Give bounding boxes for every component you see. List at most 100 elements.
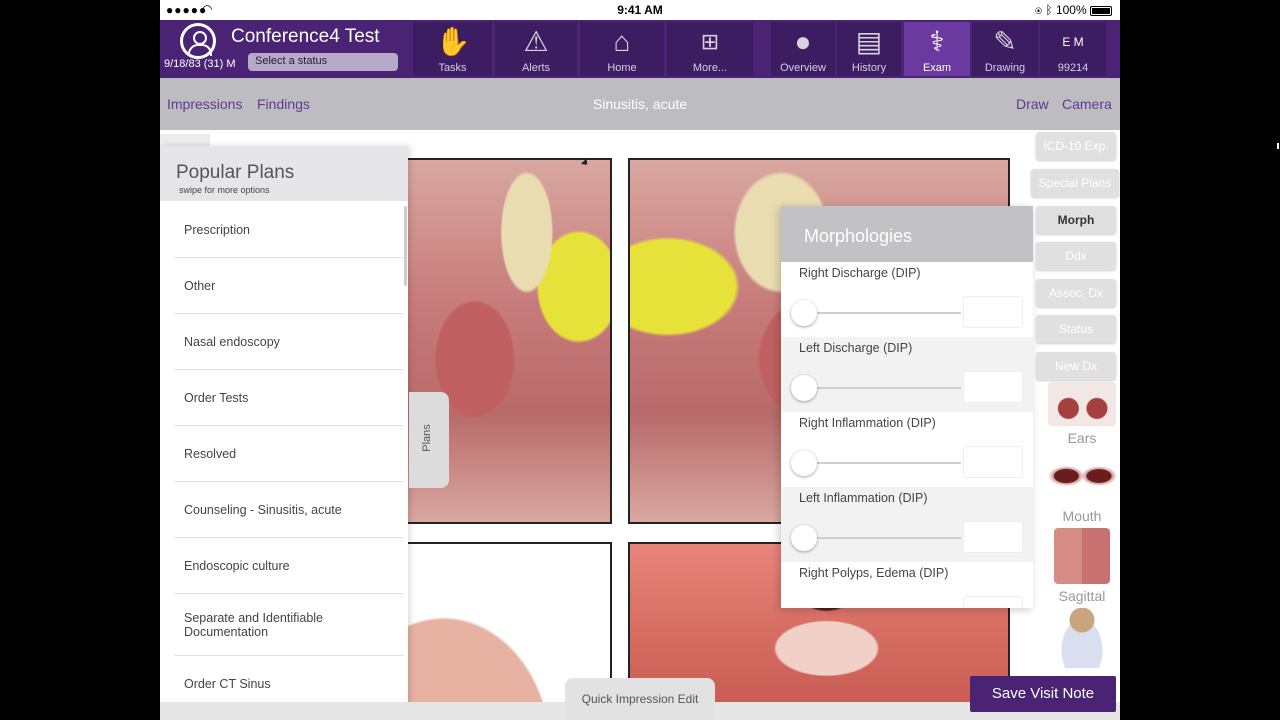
morph-slider-track[interactable] [805, 537, 961, 539]
bluetooth-icon: ᛒ [1045, 3, 1053, 17]
morph-slider-knob[interactable] [791, 300, 817, 326]
icd10-exp-button[interactable]: ICD-10 Exp. [1036, 132, 1116, 160]
org-chart-icon: ⊞ [700, 29, 720, 54]
nav-label: Alerts [521, 62, 551, 74]
nav-label: Home [607, 62, 637, 74]
nav-tasks-button[interactable]: ✋ Tasks [413, 22, 492, 76]
morph-row-left-discharge: Left Discharge (DIP) [781, 337, 1033, 412]
plans-scrollbar[interactable] [404, 206, 407, 286]
tab-drawing[interactable]: ✎ Drawing [972, 22, 1038, 76]
thumbnail-ears[interactable]: Ears [1048, 382, 1116, 446]
morph-value-field[interactable] [963, 521, 1023, 553]
morph-label: Right Discharge (DIP) [799, 266, 921, 280]
thumbnail-body[interactable] [1048, 608, 1116, 668]
tab-label: Overview [780, 62, 826, 74]
plans-drawer-tab[interactable]: Plans [409, 392, 449, 488]
sub-header: Impressions Findings Sinusitis, acute Dr… [160, 78, 1120, 130]
patient-avatar-icon[interactable] [180, 23, 216, 59]
sagittal-thumbnail-image [1054, 528, 1110, 584]
thumbnail-label: Sagittal [1058, 588, 1106, 604]
plan-item[interactable]: Counseling - Sinusitis, acute [174, 482, 404, 538]
save-visit-note-button[interactable]: Save Visit Note [970, 676, 1116, 712]
camera-link[interactable]: Camera [1062, 96, 1112, 112]
palette-icon: ✎ [993, 26, 1017, 57]
diagnosis-title: Sinusitis, acute [592, 96, 688, 112]
ddx-button[interactable]: Ddx [1036, 242, 1116, 270]
nav-label: More... [692, 62, 728, 74]
tab-label: Drawing [984, 62, 1026, 74]
tab-overview[interactable]: ● Overview [771, 22, 835, 76]
status-bar: ●●●●● ◠ 9:41 AM ◉ ᛒ 100% [160, 0, 1120, 20]
clipboard-icon: ▤ [855, 26, 883, 57]
morph-button[interactable]: Morph [1036, 206, 1116, 234]
plan-item[interactable]: Prescription [174, 202, 404, 258]
morph-row-right-discharge: Right Discharge (DIP) [781, 262, 1033, 337]
exam-main: Popular Plans swipe for more options Pre… [160, 130, 1120, 720]
plans-tab-label: Plans [420, 424, 433, 452]
plans-subtitle: swipe for more options [179, 185, 270, 195]
morph-value-field[interactable] [963, 446, 1023, 478]
head-icon: ● [794, 26, 812, 57]
nav-alerts-button[interactable]: ⚠ Alerts [495, 22, 577, 76]
battery-percent: 100% [1055, 3, 1087, 17]
body-thumbnail-image [1054, 608, 1110, 668]
morph-slider-knob[interactable] [791, 525, 817, 551]
plan-item[interactable]: Nasal endoscopy [174, 314, 404, 370]
em-caduceus-icon: E M [1062, 35, 1084, 49]
nav-home-button[interactable]: ⌂ Home [580, 22, 664, 76]
tab-label: Exam [922, 62, 952, 74]
plan-item[interactable]: Separate and Identifiable Documentation [174, 594, 404, 656]
morph-slider-track[interactable] [805, 312, 961, 314]
special-plans-button[interactable]: Special Plans [1031, 169, 1119, 197]
new-dx-button[interactable]: New Dx [1036, 352, 1116, 380]
ears-thumbnail-image [1048, 382, 1116, 426]
plan-item[interactable]: Order Tests [174, 370, 404, 426]
morph-value-field[interactable] [963, 596, 1023, 608]
tab-em-coding[interactable]: E M 99214 [1040, 22, 1106, 76]
tab-history[interactable]: ▤ History [837, 22, 901, 76]
status-time: 9:41 AM [617, 3, 663, 17]
battery-icon [1090, 5, 1112, 16]
morph-row-right-polyps: Right Polyps, Edema (DIP) [781, 562, 1033, 608]
warning-icon: ⚠ [523, 26, 549, 57]
thumbnail-label: Ears [1067, 430, 1097, 446]
plan-item[interactable]: Endoscopic culture [174, 538, 404, 594]
thumbnail-label: Mouth [1062, 508, 1102, 524]
status-button[interactable]: Status [1036, 315, 1116, 343]
popular-plans-panel: Popular Plans swipe for more options Pre… [160, 146, 408, 720]
plans-title: Popular Plans [176, 162, 295, 183]
hand-icon: ✋ [435, 26, 471, 57]
morph-slider-knob[interactable] [791, 375, 817, 401]
home-icon: ⌂ [613, 26, 631, 57]
assoc-dx-button[interactable]: Assoc. Dx [1036, 279, 1116, 307]
morph-label: Left Inflammation (DIP) [799, 491, 928, 505]
morph-row-left-inflammation: Left Inflammation (DIP) [781, 487, 1033, 562]
status-right: ◉ ᛒ 100% [1035, 3, 1112, 17]
thumbnail-sagittal[interactable]: Sagittal [1048, 528, 1116, 604]
tab-label: History [851, 62, 887, 74]
plans-header: Popular Plans swipe for more options [160, 146, 408, 201]
patient-name[interactable]: Conference4 Test [231, 26, 380, 48]
thumbnail-mouth[interactable]: Mouth [1048, 448, 1116, 524]
morphologies-panel: Morphologies Right Discharge (DIP) Left … [781, 206, 1033, 608]
status-select[interactable]: Select a status [248, 53, 398, 71]
morphologies-title: Morphologies [804, 226, 913, 246]
quick-impression-edit-button[interactable]: Quick Impression Edit [565, 678, 715, 720]
ipad-screen: ●●●●● ◠ 9:41 AM ◉ ᛒ 100% Conference4 Tes… [160, 0, 1120, 720]
stethoscope-icon: ⚕ [929, 26, 945, 57]
tab-exam[interactable]: ⚕ Exam [904, 22, 970, 76]
nav-more-button[interactable]: ⊞ More... [667, 22, 753, 76]
morph-slider-knob[interactable] [791, 450, 817, 476]
mouth-thumbnail-image [1048, 448, 1116, 504]
top-header: Conference4 Test 9/18/83 (31) M Select a… [160, 20, 1120, 78]
morph-value-field[interactable] [963, 296, 1023, 328]
morph-value-field[interactable] [963, 371, 1023, 403]
patient-info: 9/18/83 (31) M [164, 58, 236, 70]
draw-link[interactable]: Draw [1016, 96, 1049, 112]
plan-item[interactable]: Other [174, 258, 404, 314]
morph-row-right-inflammation: Right Inflammation (DIP) [781, 412, 1033, 487]
plan-item[interactable]: Resolved [174, 426, 404, 482]
morph-slider-track[interactable] [805, 387, 961, 389]
morph-label: Left Discharge (DIP) [799, 341, 913, 355]
morph-slider-track[interactable] [805, 462, 961, 464]
